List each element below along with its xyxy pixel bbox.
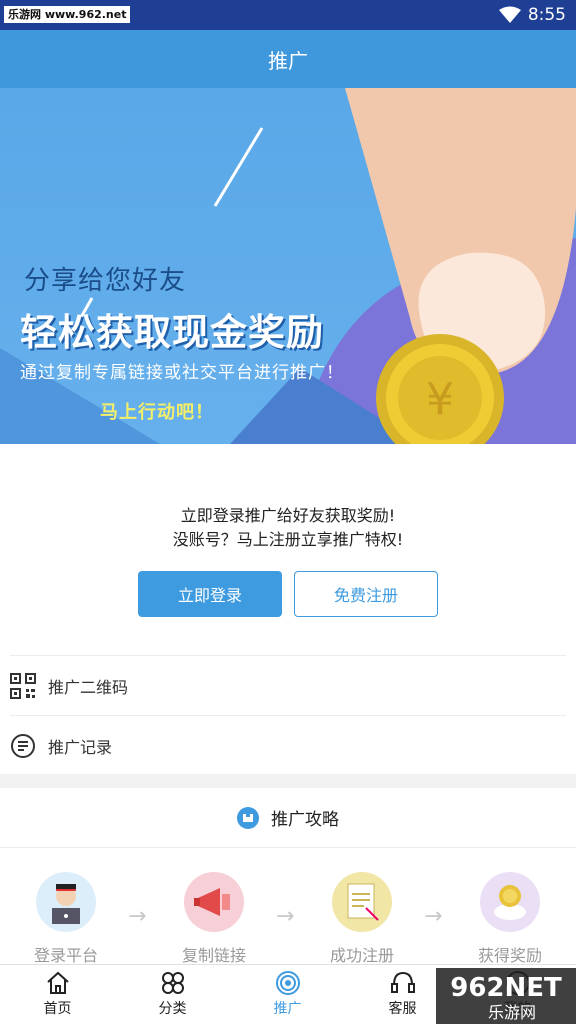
- user-laptop-icon: [36, 872, 96, 932]
- category-icon: [161, 972, 184, 994]
- watermark-label: 乐游网 www.962.net: [4, 6, 131, 23]
- site-watermark-logo: 962NET 乐游网: [436, 968, 576, 1024]
- register-form-icon: [332, 872, 392, 932]
- megaphone-icon: [184, 872, 244, 932]
- guide-step-login: 登录平台: [6, 872, 126, 966]
- step-label: 获得奖励: [477, 946, 542, 965]
- step-label: 登录平台: [33, 946, 98, 965]
- tab-category[interactable]: 分类: [115, 965, 230, 1024]
- page-title: 推广: [268, 48, 308, 73]
- arrow-right-icon: →: [128, 904, 147, 929]
- watermark-brand: 962NET: [450, 973, 562, 1003]
- tab-home[interactable]: 首页: [0, 965, 115, 1024]
- watermark-sub: 乐游网: [488, 1003, 536, 1022]
- coin-yen-icon: ¥: [426, 374, 454, 425]
- arrow-right-icon: →: [424, 904, 443, 929]
- reward-coin-icon: [480, 872, 540, 932]
- app-header: 推广: [0, 30, 576, 88]
- wifi-icon: [499, 6, 521, 23]
- guide-header: 推广攻略: [0, 788, 576, 848]
- headset-icon: [390, 971, 415, 993]
- guide-title: 推广攻略: [271, 810, 339, 830]
- tab-label: 推广: [273, 1001, 302, 1017]
- record-list-icon: [11, 733, 35, 758]
- status-bar: 乐游网 www.962.net 8:55: [0, 0, 576, 30]
- menu-item-label: 推广二维码: [48, 677, 129, 697]
- promote-icon: [275, 971, 300, 995]
- promo-banner[interactable]: ¥ 分享给您好友 轻松获取现金奖励 通过复制专属链接或社交平台进行推广！ 马上行…: [0, 88, 576, 444]
- guide-book-icon: [237, 806, 259, 829]
- tab-label: 分类: [158, 1001, 187, 1017]
- guide-step-register: 成功注册: [302, 872, 422, 966]
- login-prompt-line2: 没账号？马上注册立享推广特权!: [172, 530, 404, 549]
- banner-headline-small: 分享给您好友: [24, 266, 187, 296]
- home-icon: [46, 971, 69, 994]
- arrow-right-icon: →: [276, 904, 295, 929]
- menu-item-records[interactable]: 推广记录: [10, 715, 566, 775]
- guide-step-reward: 获得奖励: [450, 872, 570, 966]
- banner-subtitle: 通过复制专属链接或社交平台进行推广！: [20, 363, 344, 383]
- register-button[interactable]: 免费注册: [294, 571, 438, 617]
- step-label: 成功注册: [329, 946, 394, 965]
- qr-code-icon: [10, 672, 36, 699]
- menu-item-label: 推广记录: [48, 737, 113, 757]
- tab-label: 首页: [43, 1001, 72, 1017]
- status-time: 8:55: [527, 5, 566, 25]
- promotion-guide: 推广攻略 登录平台 → 复制链接 → 成功注册 → 获得奖励: [0, 788, 576, 968]
- menu-item-qr-code[interactable]: 推广二维码: [10, 655, 566, 715]
- banner-headline-large: 轻松获取现金奖励: [20, 311, 324, 354]
- tab-promote[interactable]: 推广: [230, 965, 345, 1024]
- login-button[interactable]: 立即登录: [138, 571, 282, 617]
- banner-cta-text: 马上行动吧！: [100, 402, 214, 423]
- guide-step-copy-link: 复制链接: [154, 872, 274, 966]
- step-label: 复制链接: [181, 946, 246, 965]
- login-panel: 立即登录推广给好友获取奖励! 没账号？马上注册立享推广特权! 立即登录 免费注册…: [0, 444, 576, 774]
- login-prompt-line1: 立即登录推广给好友获取奖励!: [180, 506, 396, 525]
